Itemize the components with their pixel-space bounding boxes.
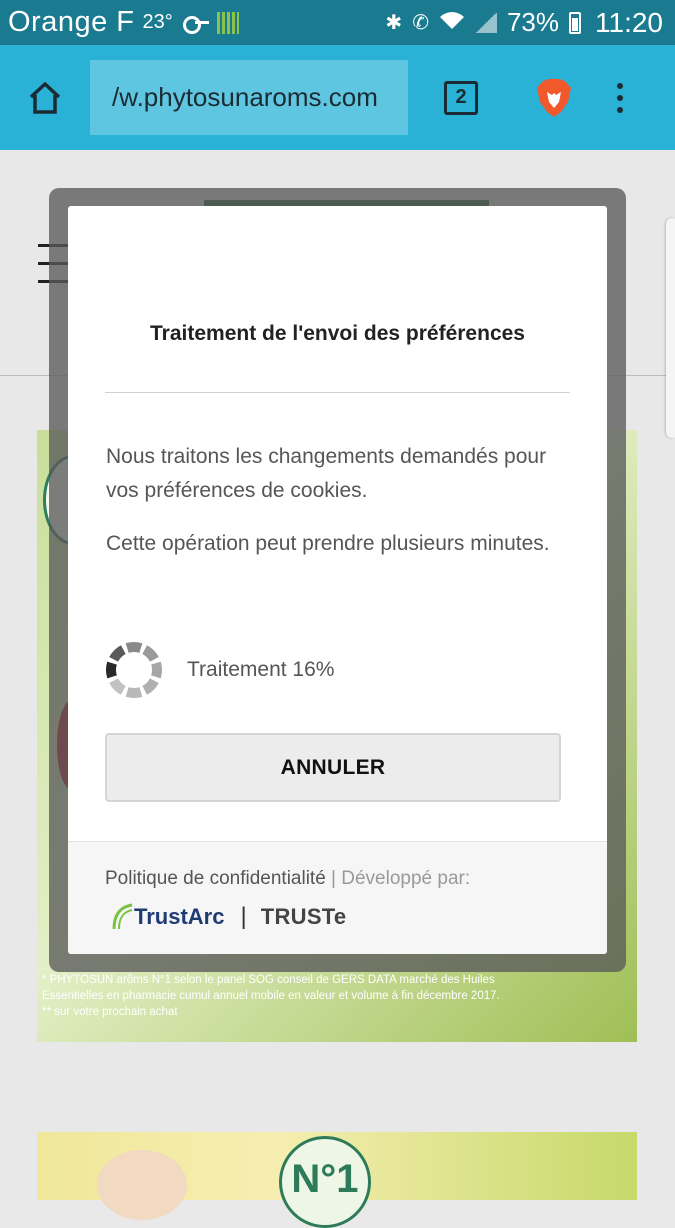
carrier-name: Orange F (8, 6, 135, 38)
footer-separator: | (325, 868, 342, 889)
browser-toolbar: /w.phytosunaroms.com 2 (0, 45, 675, 150)
key-icon (182, 15, 209, 34)
dialog-message: Nous traitons les changements demandés p… (106, 445, 547, 502)
spinner-segment (109, 645, 126, 662)
logo-separator: | (240, 903, 247, 930)
vendor-logos: TrustArc | TRUSTe (112, 900, 346, 934)
footnote-line: ** sur votre prochain achat (42, 1006, 178, 1018)
second-promo-banner[interactable]: N°1 (37, 1132, 637, 1228)
brave-lion-icon (537, 78, 571, 117)
url-bar[interactable]: /w.phytosunaroms.com (90, 60, 408, 135)
status-icons: ✱ ✆ 73% 11:20 (385, 7, 663, 39)
tab-switcher-button[interactable]: 2 (444, 80, 478, 115)
promo-footnote: * PHYTOSUN arôms N°1 selon le panel SOG … (42, 972, 562, 1020)
tab-count: 2 (455, 86, 467, 108)
notification-app-icon (216, 11, 239, 34)
clock: 11:20 (595, 6, 663, 38)
privacy-policy-link[interactable]: Politique de confidentialité (105, 868, 326, 889)
progress-text: Traitement 16% (187, 658, 335, 681)
progress-indicator: Traitement 16% (104, 640, 334, 700)
footnote-line: Essentielles en pharmacie cumul annuel m… (42, 990, 500, 1002)
dialog-title: Traitement de l'envoi des préférences (150, 322, 525, 345)
loading-spinner-icon (105, 641, 163, 699)
status-bar: Orange F 23° ✱ ✆ 73% 11:20 (0, 0, 675, 45)
developed-by-label: Développé par: (341, 868, 471, 889)
spinner-segment (125, 687, 143, 699)
spinner-segment (142, 678, 159, 695)
cancel-button[interactable]: ANNULER (105, 733, 561, 802)
dialog-note: Cette opération peut prendre plusieurs m… (106, 532, 550, 555)
menu-dot-icon (617, 106, 623, 113)
home-button[interactable] (0, 45, 90, 150)
signal-icon (474, 12, 497, 33)
home-icon (29, 81, 61, 114)
wifi-icon (439, 11, 465, 35)
trustarc-swoosh-icon (112, 903, 133, 930)
badge-text: N°1 (291, 1157, 359, 1201)
url-text: /w.phytosunaroms.com (112, 82, 378, 112)
spinner-segment (105, 661, 117, 679)
page-scroll-handle[interactable] (666, 218, 675, 438)
model-photo (97, 1150, 187, 1220)
footnote-line: * PHYTOSUN arôms N°1 selon le panel SOG … (42, 974, 495, 986)
spinner-segment (151, 661, 163, 679)
bluetooth-icon: ✱ (385, 11, 403, 34)
battery-icon (569, 11, 581, 34)
cancel-label: ANNULER (280, 755, 386, 779)
number-one-badge: N°1 (279, 1136, 371, 1228)
footer-links: Politique de confidentialité | Développé… (105, 868, 470, 890)
trustarc-text: TrustArc (134, 904, 225, 929)
spinner-segment (142, 645, 159, 662)
brave-shields-button[interactable] (534, 78, 574, 118)
trustarc-logo[interactable]: TrustArc (112, 903, 224, 931)
menu-dot-icon (617, 82, 623, 89)
wifi-calling-icon: ✆ (412, 11, 429, 34)
temperature: 23° (142, 11, 173, 33)
overflow-menu-button[interactable] (614, 82, 626, 113)
truste-logo[interactable]: TRUSTe (261, 904, 347, 930)
battery-percent: 73% (506, 7, 559, 37)
spinner-segment (109, 678, 126, 695)
cookie-preferences-dialog: Traitement de l'envoi des préférences No… (68, 206, 607, 954)
menu-dot-icon (617, 94, 623, 101)
spinner-segment (125, 641, 143, 653)
dialog-footer: Politique de confidentialité | Développé… (68, 841, 607, 954)
dialog-divider (105, 392, 570, 393)
